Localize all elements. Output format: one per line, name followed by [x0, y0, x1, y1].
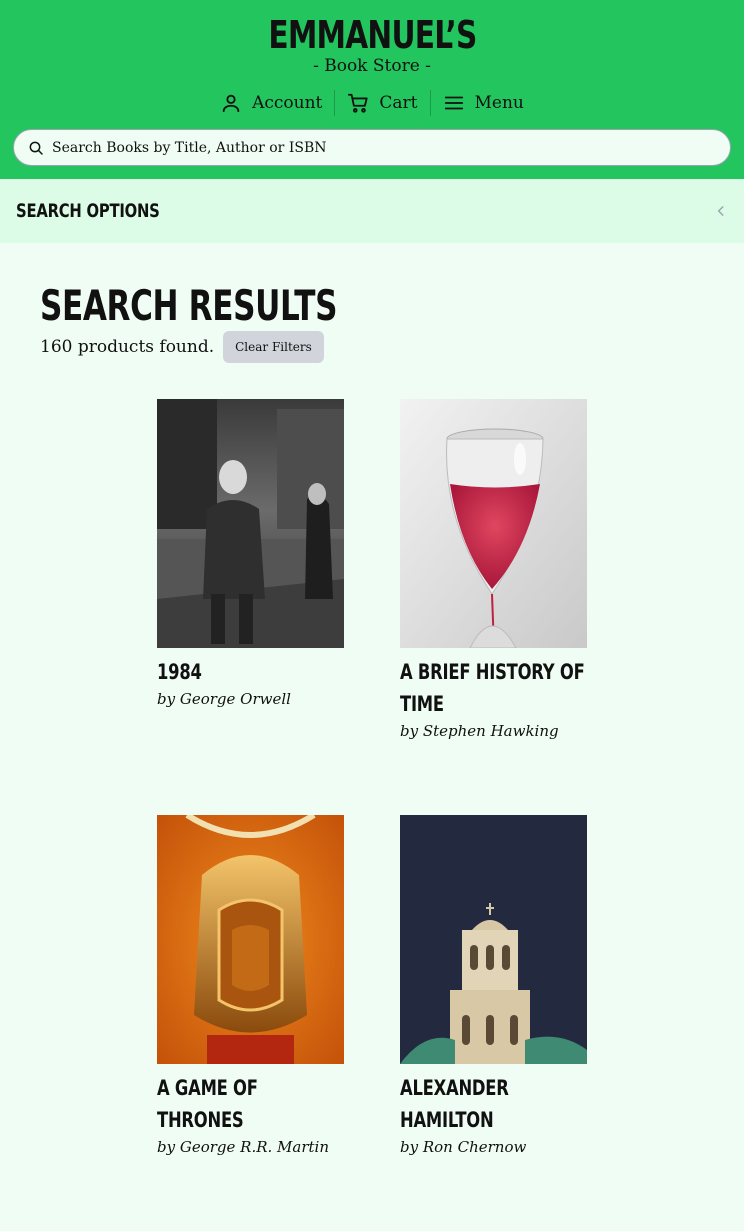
book-title[interactable]: A GAME OF THRONES — [157, 1072, 344, 1136]
search-input[interactable] — [52, 139, 692, 156]
brand-subtitle: - Book Store - — [313, 56, 431, 76]
brand[interactable]: EMMANUEL’S - Book Store - — [0, 14, 744, 76]
top-nav: Account Cart Menu — [0, 90, 744, 116]
book-cover-image[interactable] — [157, 399, 344, 648]
nav-divider — [429, 90, 431, 116]
account-link[interactable]: Account — [208, 90, 334, 116]
book-author: by Ron Chernow — [400, 1138, 527, 1156]
menu-button[interactable]: Menu — [431, 90, 536, 116]
clear-filters-button[interactable]: Clear Filters — [223, 331, 324, 363]
book-title[interactable]: 1984 — [157, 656, 344, 688]
product-grid: 1984 by George Orwell A BRIEF HISTORY OF… — [157, 399, 587, 1231]
book-author: by George R.R. Martin — [157, 1138, 330, 1156]
book-cover-image[interactable] — [400, 399, 587, 648]
site-header: EMMANUEL’S - Book Store - Account Cart M… — [0, 0, 744, 179]
search-icon[interactable] — [28, 140, 44, 156]
hamburger-icon — [444, 96, 463, 110]
book-cover-image[interactable] — [400, 815, 587, 1064]
cart-link[interactable]: Cart — [335, 90, 429, 116]
product-card[interactable]: A GAME OF THRONES by George R.R. Martin — [157, 815, 344, 1231]
product-card[interactable]: A BRIEF HISTORY OF TIME by Stephen Hawki… — [400, 399, 587, 815]
search-results: SEARCH RESULTS 160 products found. Clear… — [0, 243, 744, 363]
book-cover-image[interactable] — [157, 815, 344, 1064]
search-options-toggle[interactable]: SEARCH OPTIONS — [0, 179, 744, 243]
search-bar[interactable] — [13, 129, 731, 166]
chevron-left-icon[interactable] — [714, 204, 728, 218]
cart-icon — [348, 93, 369, 113]
book-title[interactable]: ALEXANDER HAMILTON — [400, 1072, 587, 1136]
brand-title[interactable]: EMMANUEL’S — [268, 14, 477, 56]
page-title: SEARCH RESULTS — [40, 281, 338, 330]
book-author: by George Orwell — [157, 690, 291, 708]
book-author: by Stephen Hawking — [400, 722, 559, 740]
menu-label: Menu — [474, 93, 524, 113]
product-card[interactable]: ALEXANDER HAMILTON by Ron Chernow — [400, 815, 587, 1231]
user-icon — [222, 94, 240, 113]
cart-label: Cart — [379, 93, 418, 113]
results-summary: 160 products found. Clear Filters — [40, 331, 704, 363]
results-count: 160 products found. — [40, 337, 215, 357]
product-card[interactable]: 1984 by George Orwell — [157, 399, 344, 815]
nav-divider — [334, 90, 336, 116]
book-title[interactable]: A BRIEF HISTORY OF TIME — [400, 656, 587, 720]
account-label: Account — [252, 93, 323, 113]
search-options-title: SEARCH OPTIONS — [16, 200, 160, 222]
